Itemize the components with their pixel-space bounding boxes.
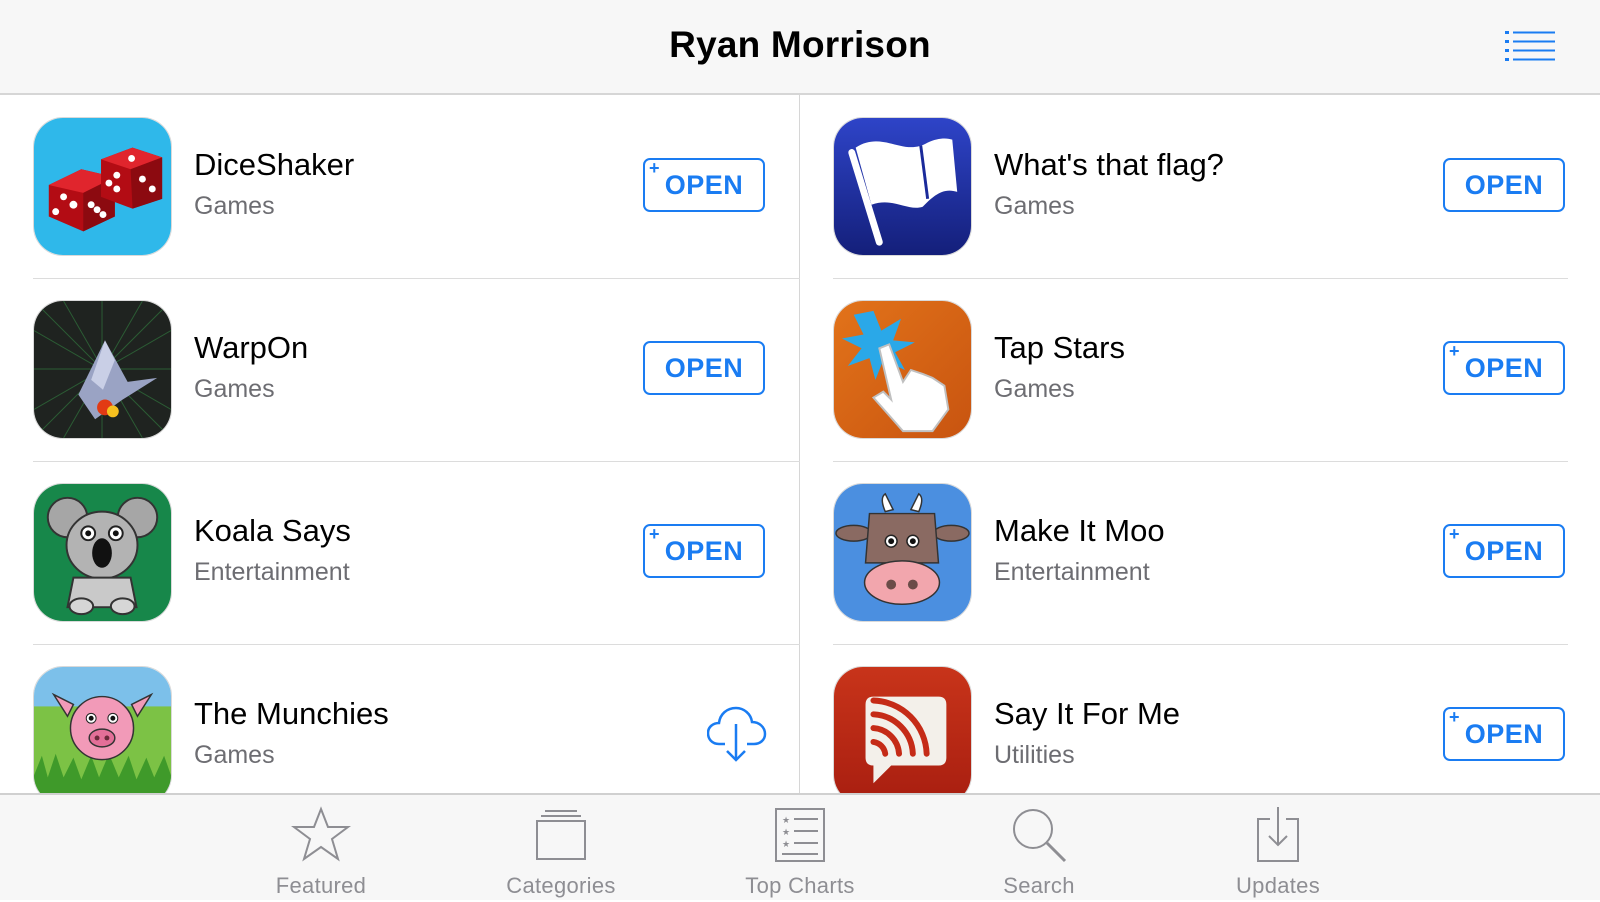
app-cell-diceshaker[interactable]: DiceShaker Games + OPEN [0,95,800,278]
open-button[interactable]: + OPEN [1443,524,1565,578]
open-button[interactable]: + OPEN [1443,341,1565,395]
plus-icon: + [649,524,661,544]
app-name: Make It Moo [994,513,1165,548]
open-button-label: OPEN [1464,169,1544,200]
say-it-for-me-app-icon[interactable] [833,666,972,793]
row-separator [33,644,800,645]
app-category: Entertainment [194,558,350,586]
tab-top-charts[interactable]: ★ ★ ★ Top Charts [710,795,890,902]
tab-bar: Featured Categories ★ ★ ★ Top Charts Sea… [0,793,1600,900]
tab-label: Top Charts [745,873,855,898]
row-separator [833,461,1568,462]
tab-label: Featured [275,873,367,898]
app-category: Games [194,741,275,769]
open-button-label: OPEN [1464,718,1544,749]
make-it-moo-app-icon[interactable] [833,483,972,622]
tab-label: Search [1003,873,1075,898]
open-button-label: OPEN [1464,535,1544,566]
tab-search[interactable]: Search [949,795,1129,902]
plus-icon: + [1449,341,1461,361]
app-cell-warpon[interactable]: WarpOn Games OPEN [0,278,800,461]
app-category: Games [994,375,1075,403]
open-button-label: OPEN [1464,352,1544,383]
categories-icon [536,810,586,860]
app-category: Games [994,192,1075,220]
purchased-apps-grid: DiceShaker Games + OPEN What's that flag… [0,95,1600,793]
the-munchies-app-icon[interactable] [33,666,172,793]
updates-icon [1257,807,1299,862]
row-separator [833,644,1568,645]
search-icon [1013,809,1067,863]
diceshaker-app-icon[interactable] [33,117,172,256]
tab-label: Categories [506,873,616,898]
svg-text:★: ★ [782,816,790,826]
plus-icon: + [1449,524,1461,544]
open-button[interactable]: OPEN [643,341,765,395]
app-category: Utilities [994,741,1075,769]
open-button-label: OPEN [664,169,744,200]
plus-icon: + [1449,707,1461,727]
app-cell-koala-says[interactable]: Koala Says Entertainment + OPEN [0,461,800,644]
app-name: The Munchies [194,696,389,731]
star-icon [291,806,351,862]
app-category: Games [194,192,275,220]
open-button[interactable]: + OPEN [643,524,765,578]
app-name: Tap Stars [994,330,1125,365]
tab-featured[interactable]: Featured [231,795,411,902]
column-divider [799,95,800,793]
svg-text:★: ★ [782,828,790,838]
tab-label: Updates [1235,873,1321,898]
tab-categories[interactable]: Categories [471,795,651,902]
svg-text:★: ★ [782,840,790,850]
open-button-label: OPEN [664,535,744,566]
app-name: Say It For Me [994,696,1181,731]
navigation-bar: Ryan Morrison [0,0,1600,95]
app-name: DiceShaker [194,147,355,182]
row-separator [33,278,800,279]
tap-stars-app-icon[interactable] [833,300,972,439]
list-icon[interactable] [1505,30,1555,62]
row-separator [833,278,1568,279]
app-name: Koala Says [194,513,351,548]
cloud-download-icon[interactable] [706,704,767,762]
top-charts-icon: ★ ★ ★ [775,808,825,862]
open-button[interactable]: + OPEN [643,158,765,212]
warpon-app-icon[interactable] [33,300,172,439]
page-title: Ryan Morrison [669,24,931,65]
open-button[interactable]: OPEN [1443,158,1565,212]
app-cell-the-munchies[interactable]: The Munchies Games [0,644,800,793]
app-category: Games [194,375,275,403]
open-button-label: OPEN [664,352,744,383]
koala-says-app-icon[interactable] [33,483,172,622]
row-separator [33,461,800,462]
whats-that-flag-app-icon[interactable] [833,117,972,256]
tab-updates[interactable]: Updates [1188,795,1368,902]
plus-icon: + [649,158,661,178]
app-cell-whats-that-flag[interactable]: What's that flag? Games OPEN [800,95,1600,278]
app-cell-make-it-moo[interactable]: Make It Moo Entertainment + OPEN [800,461,1600,644]
open-button[interactable]: + OPEN [1443,707,1565,761]
app-name: What's that flag? [994,147,1224,182]
app-name: WarpOn [194,330,309,365]
app-cell-say-it-for-me[interactable]: Say It For Me Utilities + OPEN [800,644,1600,793]
app-cell-tap-stars[interactable]: Tap Stars Games + OPEN [800,278,1600,461]
app-category: Entertainment [994,558,1150,586]
